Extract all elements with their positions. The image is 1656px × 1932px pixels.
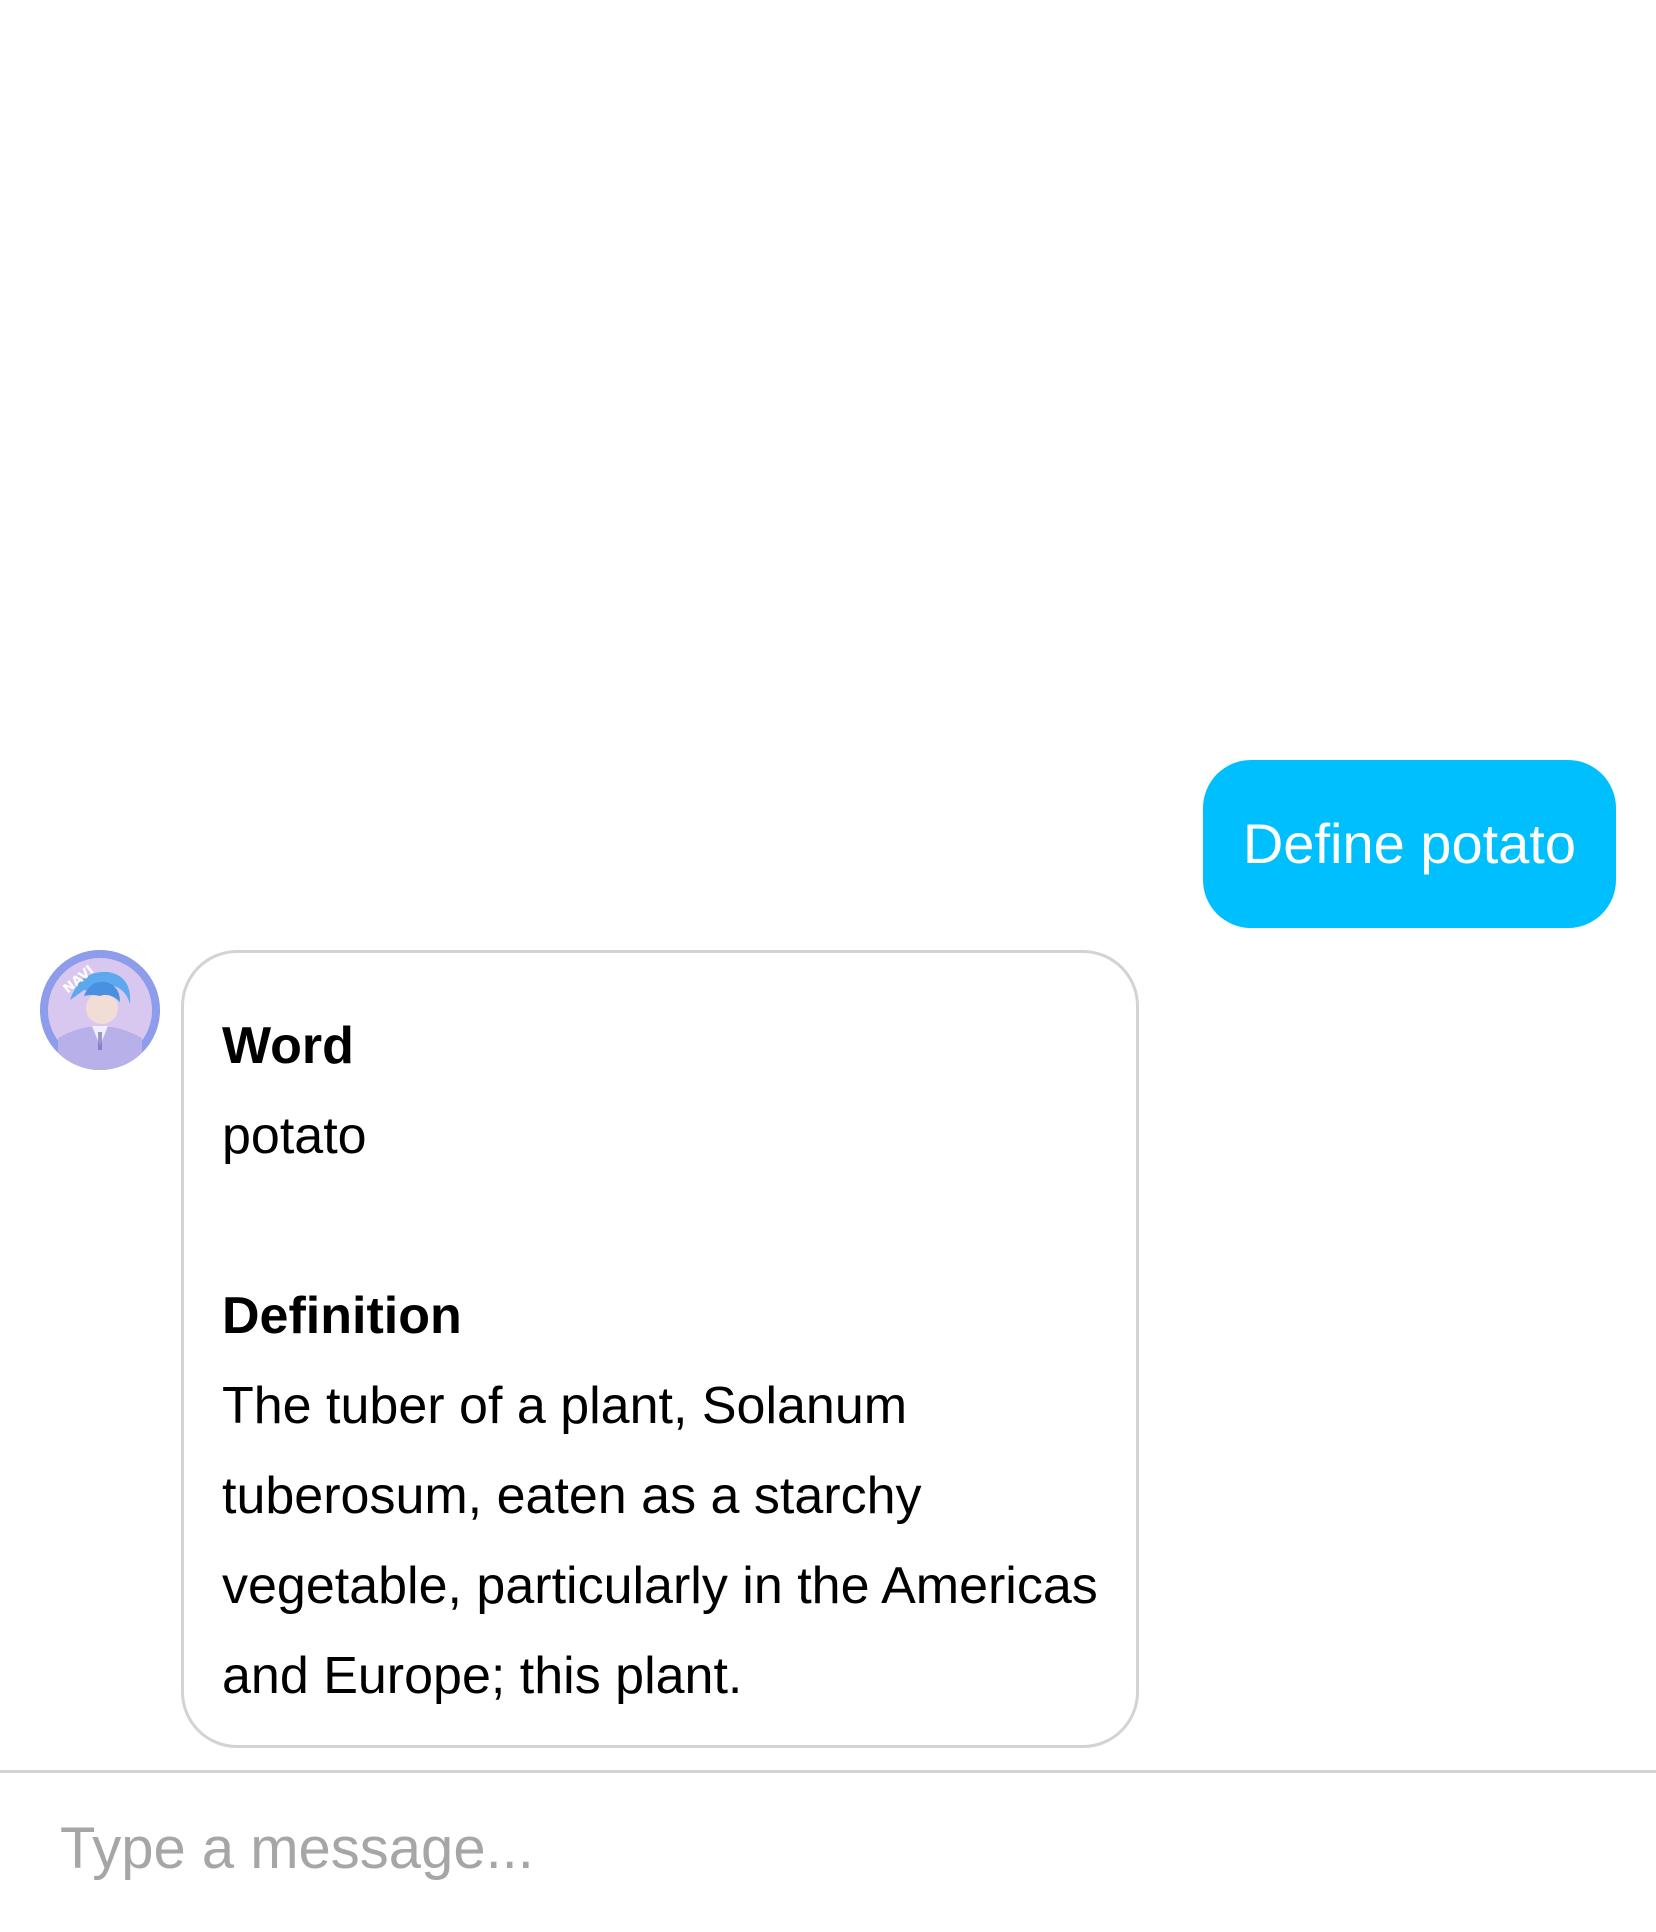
message-input[interactable] [60, 1793, 1600, 1903]
user-message-text: Define potato [1242, 812, 1576, 875]
word-value: potato [222, 1107, 367, 1165]
word-label: Word [222, 1017, 354, 1075]
bot-avatar-icon: NAVI [40, 950, 160, 1070]
bot-avatar: NAVI [40, 950, 160, 1070]
definition-value: The tuber of a plant, Solanum tuberosum,… [222, 1377, 1098, 1705]
message-composer [0, 1770, 1656, 1932]
bubble-spacer [222, 1181, 1100, 1271]
definition-label: Definition [222, 1287, 462, 1345]
user-message-bubble: Define potato [1202, 760, 1616, 928]
chat-message-list: Define potato NAVI Word potato Definitio… [0, 0, 1656, 1772]
bot-message-bubble: Word potato Definition The tuber of a pl… [181, 950, 1139, 1748]
